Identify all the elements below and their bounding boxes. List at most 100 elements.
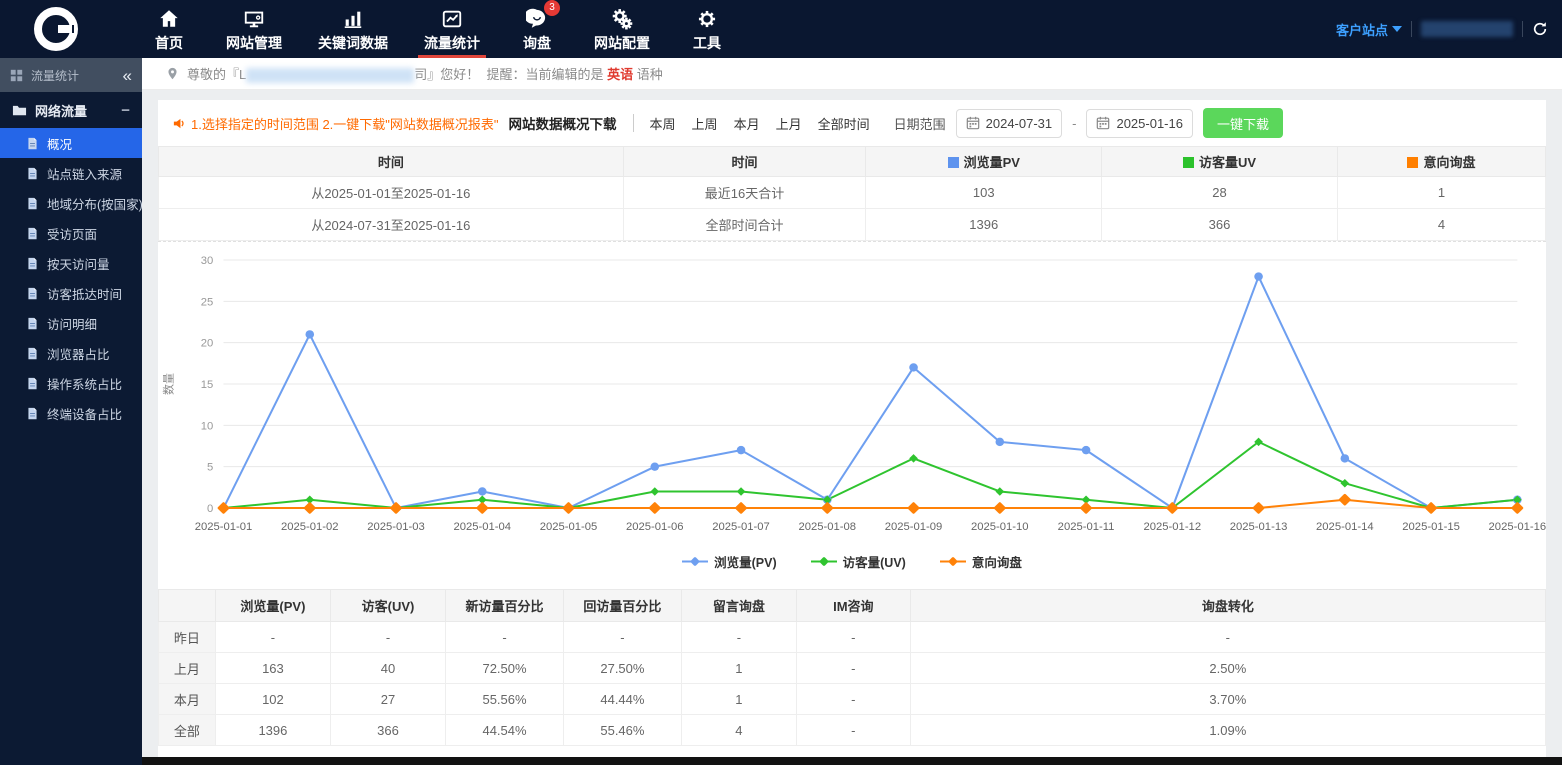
sidebar-item-10[interactable]: 终端设备占比 (0, 398, 142, 428)
stats-col-header: 留言询盘 (681, 590, 796, 622)
stats-cell: - (796, 715, 910, 746)
nav-item-5[interactable]: 3 询盘 (498, 0, 576, 58)
quick-link-3[interactable]: 本月 (734, 114, 760, 133)
download-button[interactable]: 一键下载 (1203, 108, 1283, 138)
svg-text:2025-01-01: 2025-01-01 (195, 521, 253, 533)
stats-cell: - (910, 622, 1545, 653)
nav-item-4[interactable]: 流量统计 (406, 0, 498, 58)
stats-cell: 40 (330, 653, 445, 684)
stats-cell: 44.54% (446, 715, 564, 746)
stats-cell: 72.50% (446, 653, 564, 684)
summary-cell: 1396 (866, 209, 1102, 241)
stats-col-header: 访客(UV) (330, 590, 445, 622)
controls-row: 1.选择指定的时间范围 2.一键下载"网站数据概况报表" 网站数据概况下载 本周… (158, 100, 1546, 146)
language-highlight: 英语 (607, 67, 633, 82)
location-pin-icon (166, 67, 179, 80)
summary-cell: 1 (1337, 177, 1545, 209)
stats-cell: 55.46% (563, 715, 681, 746)
nav-item-2[interactable]: 网站管理 (208, 0, 300, 58)
traffic-line-chart: 051015202530数量2025-01-012025-01-022025-0… (158, 246, 1546, 547)
svg-text:25: 25 (201, 296, 214, 308)
svg-text:2025-01-11: 2025-01-11 (1058, 521, 1115, 533)
sidebar-item-5[interactable]: 按天访问量 (0, 248, 142, 278)
doc-icon (26, 347, 39, 360)
svg-text:2025-01-12: 2025-01-12 (1144, 521, 1202, 533)
svg-text:2025-01-02: 2025-01-02 (281, 521, 339, 533)
stats-col-header: 新访量百分比 (446, 590, 564, 622)
nav-item-1[interactable]: 首页 (130, 0, 208, 58)
sidebar-item-8[interactable]: 浏览器占比 (0, 338, 142, 368)
summary-cell: 从2024-07-31至2025-01-16 (159, 209, 624, 241)
refresh-icon[interactable] (1532, 21, 1548, 37)
site-config-icon (611, 6, 633, 30)
doc-icon (26, 227, 39, 240)
svg-text:2025-01-14: 2025-01-14 (1316, 521, 1374, 533)
doc-icon (26, 407, 39, 420)
stats-cell: 4 (681, 715, 796, 746)
customer-site-dropdown[interactable]: 客户站点 (1336, 20, 1402, 39)
sidebar-item-4[interactable]: 受访页面 (0, 218, 142, 248)
quick-link-4[interactable]: 上月 (776, 114, 802, 133)
sidebar-item-label: 按天访问量 (47, 254, 110, 273)
sidebar-item-9[interactable]: 操作系统占比 (0, 368, 142, 398)
date-to-input[interactable]: 2025-01-16 (1086, 109, 1193, 138)
stats-cell: - (446, 622, 564, 653)
traffic-stats-icon (441, 6, 463, 30)
stats-cell: 27.50% (563, 653, 681, 684)
summary-col-header: 时间 (159, 147, 624, 177)
stats-cell: 1 (681, 684, 796, 715)
nav-right: 客户站点 (1336, 20, 1548, 39)
summary-cell: 全部时间合计 (623, 209, 866, 241)
inquiry-badge: 3 (544, 0, 560, 16)
calendar-icon (1096, 116, 1110, 130)
stats-col-header (159, 590, 216, 622)
stats-col-header: 浏览量(PV) (215, 590, 330, 622)
stats-cell: - (796, 622, 910, 653)
company-name-redacted (246, 68, 414, 83)
stats-cell: - (796, 653, 910, 684)
notice-bar: 尊敬的『L司』您好！ 提醒：当前编辑的是 英语 语种 (142, 58, 1562, 90)
quick-link-1[interactable]: 本周 (650, 114, 676, 133)
legend-label: 浏览量(PV) (714, 552, 777, 571)
svg-text:10: 10 (201, 420, 214, 432)
svg-text:30: 30 (201, 255, 214, 267)
divider (633, 114, 634, 132)
date-from-input[interactable]: 2024-07-31 (956, 109, 1063, 138)
nav-item-label: 工具 (693, 33, 721, 53)
nav-item-7[interactable]: 工具 (668, 0, 746, 58)
legend-item-1[interactable]: 浏览量(PV) (682, 552, 777, 571)
site-manage-icon (243, 6, 265, 30)
inquiry-icon: 3 (526, 6, 548, 30)
stats-cell: 102 (215, 684, 330, 715)
sidebar-item-7[interactable]: 访问明细 (0, 308, 142, 338)
sidebar-group-network-traffic[interactable]: 网络流量 − (0, 92, 142, 128)
stats-cell: 1.09% (910, 715, 1545, 746)
summary-col-header: 时间 (623, 147, 866, 177)
sidebar-group-label: 网络流量 (35, 101, 87, 120)
quick-link-5[interactable]: 全部时间 (818, 114, 870, 133)
stats-col-header: IM咨询 (796, 590, 910, 622)
taskbar-strip (142, 757, 1562, 765)
summary-cell: 4 (1337, 209, 1545, 241)
nav-item-label: 询盘 (523, 33, 551, 53)
quick-range-links: 本周上周本月上月全部时间 (650, 114, 870, 133)
sidebar-item-3[interactable]: 地域分布(按国家) (0, 188, 142, 218)
collapse-minus-icon[interactable]: − (121, 102, 130, 119)
legend-item-3[interactable]: 意向询盘 (940, 552, 1022, 571)
nav-item-3[interactable]: 关键词数据 (300, 0, 406, 58)
stats-cell: 163 (215, 653, 330, 684)
nav-item-label: 关键词数据 (318, 33, 388, 53)
sidebar-collapse-button[interactable]: « (123, 67, 132, 84)
download-tip: 1.选择指定的时间范围 2.一键下载"网站数据概况报表" (172, 114, 499, 133)
svg-text:2025-01-09: 2025-01-09 (885, 521, 943, 533)
sidebar-item-2[interactable]: 站点链入来源 (0, 158, 142, 188)
nav-item-6[interactable]: 网站配置 (576, 0, 668, 58)
sidebar-item-6[interactable]: 访客抵达时间 (0, 278, 142, 308)
legend-item-2[interactable]: 访客量(UV) (811, 552, 906, 571)
quick-link-2[interactable]: 上周 (692, 114, 718, 133)
date-range-label: 日期范围 (894, 114, 946, 133)
divider (1411, 21, 1412, 37)
doc-icon (26, 317, 39, 330)
sidebar-item-1[interactable]: 概况 (0, 128, 142, 158)
chevron-down-icon (1392, 26, 1402, 32)
